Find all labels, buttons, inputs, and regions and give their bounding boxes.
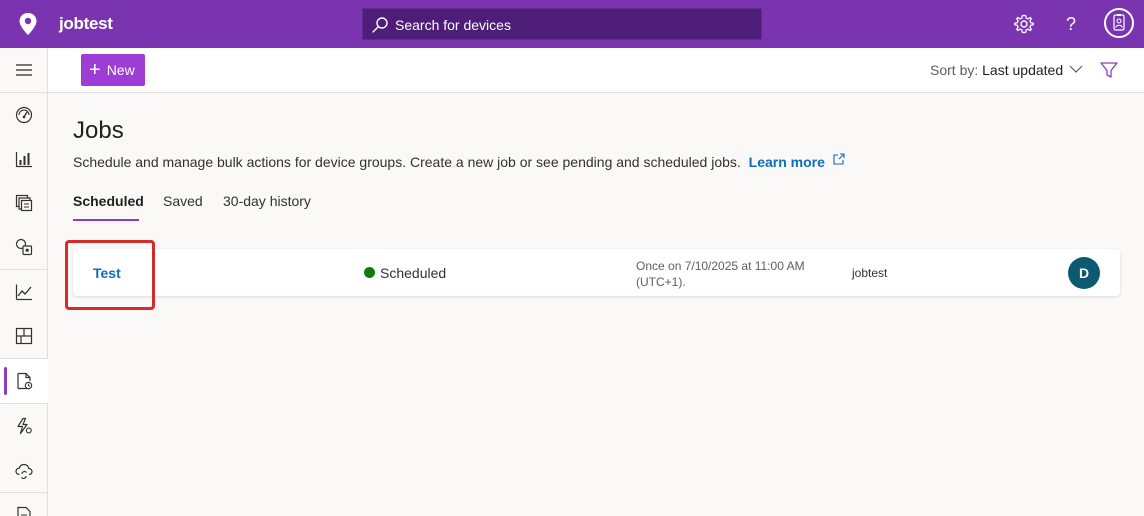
schedule-line: Once on 7/10/2025 at 11:00 AM <box>636 259 805 273</box>
shapes-icon <box>15 238 33 256</box>
layout-grid-icon <box>15 327 33 345</box>
sort-dropdown[interactable]: Sort by: Last updated <box>930 62 1063 78</box>
page-description: Schedule and manage bulk actions for dev… <box>73 153 845 170</box>
sidebar-item-dashboards[interactable] <box>0 314 48 358</box>
search-icon <box>372 17 388 33</box>
gauge-icon <box>15 106 33 124</box>
learn-more-link[interactable]: Learn more <box>749 154 825 170</box>
job-status: Scheduled <box>380 265 447 281</box>
tab-30-day-history[interactable]: 30-day history <box>223 193 311 223</box>
new-button-label: New <box>106 62 135 78</box>
help-icon[interactable]: ? <box>1061 12 1081 36</box>
cloud-sync-icon <box>15 463 33 479</box>
bar-chart-icon <box>15 152 32 168</box>
search-input[interactable]: Search for devices <box>362 8 762 40</box>
sidebar-item-data-export[interactable] <box>0 448 48 492</box>
sidebar-item-administration[interactable] <box>0 493 48 516</box>
sidebar-item-device-groups[interactable] <box>0 181 48 225</box>
jobs-document-icon <box>17 372 33 390</box>
sidebar-item-device-templates[interactable] <box>0 404 48 448</box>
sort-value: Last updated <box>982 62 1064 78</box>
sidebar-item-jobs[interactable] <box>0 359 48 403</box>
sidebar-item-dashboard[interactable] <box>0 93 48 137</box>
sidebar-item-rules[interactable] <box>0 225 48 269</box>
sidebar-item-analytics[interactable] <box>0 270 48 314</box>
settings-gear-icon[interactable] <box>1013 13 1035 35</box>
left-navigation <box>0 48 48 516</box>
page-title: Jobs <box>73 117 124 144</box>
search-placeholder: Search for devices <box>395 17 511 33</box>
sort-label: Sort by: <box>930 62 979 78</box>
command-bar: + New Sort by: Last updated <box>48 48 1144 93</box>
active-indicator <box>4 367 7 395</box>
filter-icon[interactable] <box>1100 61 1118 79</box>
status-scheduled-icon <box>364 267 375 278</box>
job-schedule: Once on 7/10/2025 at 11:00 AM (UTC+1). <box>636 258 826 290</box>
description-text: Schedule and manage bulk actions for dev… <box>73 154 741 170</box>
hamburger-menu-button[interactable] <box>0 48 48 92</box>
stacked-devices-icon <box>15 194 33 212</box>
chevron-down-icon[interactable] <box>1069 64 1083 74</box>
job-row[interactable]: Test Scheduled Once on 7/10/2025 at 11:0… <box>73 249 1120 296</box>
tab-saved[interactable]: Saved <box>163 193 203 223</box>
sidebar-item-devices[interactable] <box>0 137 48 181</box>
hamburger-menu-icon <box>16 64 32 76</box>
annotation-highlight-box <box>65 240 155 310</box>
user-avatar[interactable] <box>1104 8 1134 38</box>
schedule-line: (UTC+1). <box>636 275 686 289</box>
lightning-icon <box>17 417 32 435</box>
job-application: jobtest <box>852 266 888 280</box>
location-pin-icon[interactable] <box>17 12 39 36</box>
top-bar: jobtest Search for devices ? <box>0 0 1144 48</box>
new-job-button[interactable]: + New <box>81 54 145 86</box>
person-badge-icon <box>1113 14 1125 31</box>
external-link-icon[interactable] <box>833 153 845 165</box>
active-tab-indicator <box>73 219 139 221</box>
app-name[interactable]: jobtest <box>59 14 113 34</box>
plus-icon: + <box>89 59 101 81</box>
document-list-icon <box>17 506 31 516</box>
line-chart-icon <box>15 284 32 301</box>
owner-avatar[interactable]: D <box>1068 257 1100 289</box>
